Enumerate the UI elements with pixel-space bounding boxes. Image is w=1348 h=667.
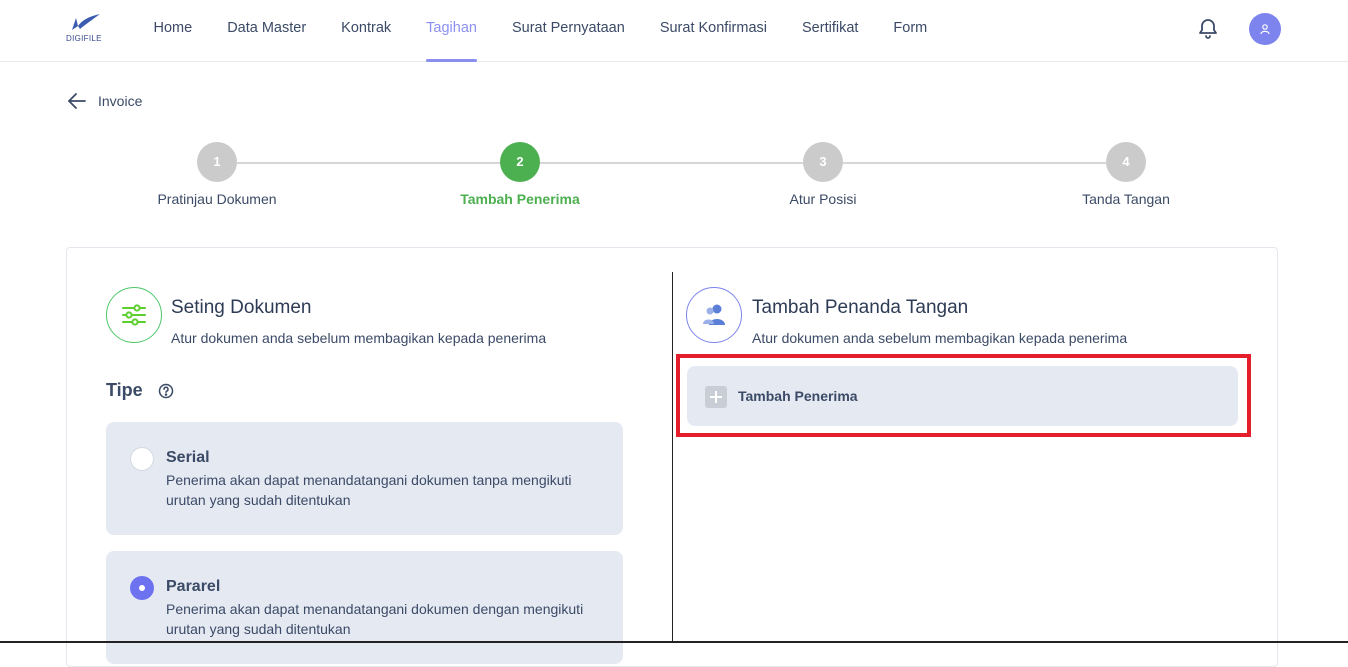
add-recipient-label: Tambah Penerima xyxy=(738,388,858,404)
signers-title: Tambah Penanda Tangan xyxy=(752,297,969,318)
arrow-left-icon xyxy=(68,93,86,109)
signers-subtitle: Atur dokumen anda sebelum membagikan kep… xyxy=(752,330,1128,346)
step-number: 1 xyxy=(197,142,237,182)
nav-data-master[interactable]: Data Master xyxy=(210,0,324,62)
nav-sertifikat[interactable]: Sertifikat xyxy=(785,0,876,62)
option-title: Serial xyxy=(166,449,210,466)
settings-section-icon xyxy=(106,287,162,343)
nav-tagihan[interactable]: Tagihan xyxy=(409,0,495,62)
users-icon xyxy=(703,304,725,325)
plus-icon xyxy=(705,386,727,408)
help-icon[interactable] xyxy=(158,383,174,399)
step-number: 3 xyxy=(803,142,843,182)
main-nav: Home Data Master Kontrak Tagihan Surat P… xyxy=(136,0,945,62)
column-divider xyxy=(672,272,673,643)
bell-icon[interactable] xyxy=(1196,16,1220,40)
top-navbar: DIGIFILE Home Data Master Kontrak Tagiha… xyxy=(0,0,1348,62)
user-icon xyxy=(1260,24,1270,35)
step-number: 4 xyxy=(1106,142,1146,182)
back-label: Invoice xyxy=(98,93,143,109)
step-number: 2 xyxy=(500,142,540,182)
digifile-logo[interactable]: DIGIFILE xyxy=(66,12,106,46)
step-2[interactable]: 2 Tambah Penerima xyxy=(420,142,620,207)
nav-home[interactable]: Home xyxy=(136,0,210,62)
step-3[interactable]: 3 Atur Posisi xyxy=(723,142,923,207)
logo-icon xyxy=(72,14,100,30)
option-serial[interactable]: Serial Penerima akan dapat menandatangan… xyxy=(106,422,623,535)
sliders-icon xyxy=(122,304,146,326)
user-avatar[interactable] xyxy=(1249,13,1281,45)
option-description: Penerima akan dapat menandatangani dokum… xyxy=(166,472,572,508)
step-label: Atur Posisi xyxy=(789,191,857,207)
type-label: Tipe xyxy=(106,380,143,400)
pararel-radio[interactable] xyxy=(130,576,154,600)
step-label: Tambah Penerima xyxy=(460,191,580,207)
option-title: Pararel xyxy=(166,578,221,595)
nav-surat-konfirmasi[interactable]: Surat Konfirmasi xyxy=(642,0,784,62)
step-label: Tanda Tangan xyxy=(1082,191,1170,207)
signers-section-icon xyxy=(686,287,742,343)
option-pararel[interactable]: Pararel Penerima akan dapat menandatanga… xyxy=(106,551,623,664)
back-link[interactable]: Invoice xyxy=(66,90,142,112)
settings-subtitle: Atur dokumen anda sebelum membagikan kep… xyxy=(171,330,547,346)
step-1[interactable]: 1 Pratinjau Dokumen xyxy=(117,142,317,207)
settings-title: Seting Dokumen xyxy=(171,297,312,318)
nav-kontrak[interactable]: Kontrak xyxy=(324,0,409,62)
option-description: Penerima akan dapat menandatangani dokum… xyxy=(166,601,584,637)
add-recipient-button[interactable]: Tambah Penerima xyxy=(687,366,1238,426)
nav-form[interactable]: Form xyxy=(876,0,945,62)
serial-radio[interactable] xyxy=(130,447,154,471)
step-label: Pratinjau Dokumen xyxy=(157,191,277,207)
stepper-line xyxy=(237,162,1106,164)
step-4[interactable]: 4 Tanda Tangan xyxy=(1026,142,1226,207)
nav-surat-pernyataan[interactable]: Surat Pernyataan xyxy=(494,0,642,62)
logo-text: DIGIFILE xyxy=(66,34,102,43)
